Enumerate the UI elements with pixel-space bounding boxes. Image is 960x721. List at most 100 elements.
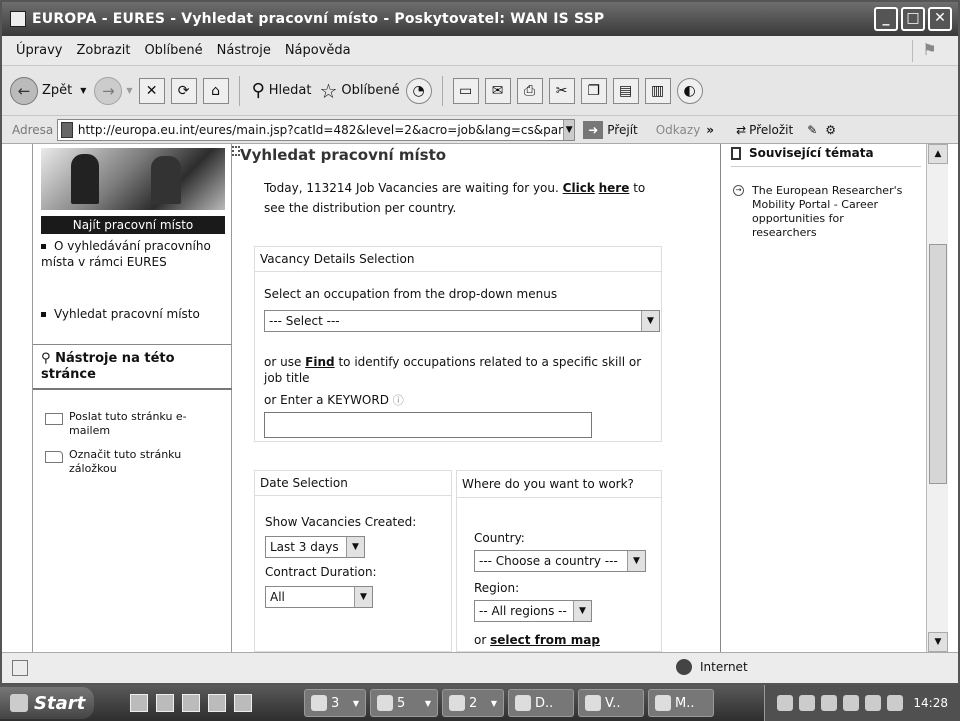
right-column: Související témata → The European Resear… bbox=[720, 144, 926, 652]
search-button[interactable]: ⚲ Hledat bbox=[252, 80, 312, 101]
map-hint: or select from map bbox=[474, 632, 600, 648]
select-map-link[interactable]: select from map bbox=[490, 633, 600, 647]
cut-icon[interactable]: ✂ bbox=[548, 77, 575, 104]
mail-icon[interactable]: ✉ bbox=[484, 77, 511, 104]
translate-button[interactable]: ⇄ Přeložit bbox=[736, 123, 793, 137]
taskbar-group-2[interactable]: 5 ▼ bbox=[370, 689, 438, 717]
vacancy-panel-title: Vacancy Details Selection bbox=[255, 247, 661, 272]
copy-icon[interactable]: ❐ bbox=[580, 77, 607, 104]
print-icon[interactable]: ⎙ bbox=[516, 77, 543, 104]
maximize-button[interactable]: □ bbox=[901, 7, 925, 31]
address-dropdown-icon[interactable]: ▼ bbox=[563, 119, 575, 140]
toolbar-separator bbox=[238, 75, 240, 106]
chevron-down-icon: ▼ bbox=[573, 601, 591, 621]
menu-tools[interactable]: Nástroje bbox=[217, 43, 271, 58]
info-icon[interactable]: ⓘ bbox=[393, 394, 404, 407]
security-zone: Internet bbox=[676, 659, 748, 675]
location-panel-title: Where do you want to work? bbox=[457, 471, 661, 498]
related-topic-link[interactable]: → The European Researcher's Mobility Por… bbox=[733, 184, 903, 240]
click-link[interactable]: Click bbox=[563, 181, 595, 195]
menu-edit[interactable]: Úpravy bbox=[16, 43, 62, 58]
taskbar-m-label: M.. bbox=[675, 695, 695, 711]
find-link[interactable]: Find bbox=[305, 355, 334, 369]
go-button[interactable]: ➜ Přejít bbox=[583, 120, 638, 139]
nav-link-about[interactable]: O vyhledávání pracovního místa v rámci E… bbox=[41, 238, 229, 270]
quicklaunch-desktop-icon[interactable] bbox=[130, 694, 148, 712]
scroll-up-icon[interactable]: ▲ bbox=[928, 144, 948, 164]
paint-icon bbox=[449, 695, 465, 711]
tray-clock-icon[interactable] bbox=[843, 695, 859, 711]
minimize-button[interactable]: _ bbox=[874, 7, 898, 31]
taskbar-group-1[interactable]: 3 ▼ bbox=[304, 689, 366, 717]
nav-link-search-text: Vyhledat pracovní místo bbox=[54, 307, 200, 321]
taskbar-m-button[interactable]: M.. bbox=[648, 689, 714, 717]
media-icon[interactable]: ▭ bbox=[452, 77, 479, 104]
start-button[interactable]: Start bbox=[0, 687, 94, 719]
quicklaunch-media-icon[interactable] bbox=[208, 694, 226, 712]
tray-security-icon[interactable] bbox=[821, 695, 837, 711]
address-field[interactable]: http://europa.eu.int/eures/main.jsp?catI… bbox=[57, 118, 576, 141]
scrollbar-thumb[interactable] bbox=[929, 244, 947, 484]
created-select[interactable]: Last 3 days ▼ bbox=[265, 536, 365, 558]
home-icon[interactable]: ⌂ bbox=[202, 77, 229, 104]
region-select[interactable]: -- All regions -- ▼ bbox=[474, 600, 592, 622]
paste-icon[interactable]: ▤ bbox=[612, 77, 639, 104]
taskbar-group-3[interactable]: 2 ▼ bbox=[442, 689, 504, 717]
history-icon[interactable]: ◔ bbox=[405, 77, 432, 104]
stop-icon[interactable]: ✕ bbox=[138, 77, 165, 104]
occupation-select[interactable]: --- Select --- ▼ bbox=[264, 310, 660, 332]
taskbar-v-button[interactable]: V.. bbox=[578, 689, 644, 717]
refresh-icon[interactable]: ⟳ bbox=[170, 77, 197, 104]
tray-mail-icon[interactable] bbox=[777, 695, 793, 711]
tray-app-icon[interactable] bbox=[865, 695, 881, 711]
globe-icon bbox=[676, 659, 692, 675]
quicklaunch-app-icon[interactable] bbox=[182, 694, 200, 712]
forward-dropdown-icon[interactable]: ▼ bbox=[126, 86, 132, 95]
tray-network-icon[interactable] bbox=[799, 695, 815, 711]
country-select[interactable]: --- Choose a country --- ▼ bbox=[474, 550, 646, 572]
menu-view[interactable]: Zobrazit bbox=[76, 43, 130, 58]
quicklaunch-ie-icon[interactable] bbox=[156, 694, 174, 712]
messenger-icon[interactable]: ◐ bbox=[676, 77, 703, 104]
folder-icon bbox=[45, 451, 63, 463]
zone-label: Internet bbox=[700, 660, 748, 674]
chevron-down-icon: ▼ bbox=[352, 698, 359, 708]
title-marker-icon bbox=[232, 146, 240, 156]
tool-bookmark-link[interactable]: Označit tuto stránku záložkou bbox=[45, 448, 221, 476]
toolbar-extra-icon[interactable]: ✎ bbox=[807, 123, 817, 137]
menu-help[interactable]: Nápověda bbox=[285, 43, 351, 58]
forward-button[interactable]: → ▼ bbox=[94, 76, 133, 105]
favorites-button[interactable]: ☆ Oblíbené bbox=[319, 79, 399, 103]
here-link[interactable]: here bbox=[599, 181, 630, 195]
date-panel-title: Date Selection bbox=[255, 471, 451, 496]
go-label: Přejít bbox=[607, 122, 638, 137]
windows-logo-icon: ⚑ bbox=[912, 40, 946, 62]
region-label: Region: bbox=[474, 581, 520, 595]
search-label: Hledat bbox=[268, 83, 312, 98]
taskbar-word-button[interactable]: D.. bbox=[508, 689, 574, 717]
quicklaunch-clock-icon[interactable] bbox=[234, 694, 252, 712]
chevron-down-icon: ▼ bbox=[424, 698, 431, 708]
toolbar-extra2-icon[interactable]: ⚙ bbox=[825, 123, 836, 137]
links-label[interactable]: Odkazy bbox=[656, 123, 701, 137]
research-icon[interactable]: ▥ bbox=[644, 77, 671, 104]
tool-email-link[interactable]: Poslat tuto stránku e-mailem bbox=[45, 410, 221, 438]
scroll-down-icon[interactable]: ▼ bbox=[928, 632, 948, 652]
tool-email-text: Poslat tuto stránku e-mailem bbox=[69, 410, 187, 437]
favorites-label: Oblíbené bbox=[341, 83, 400, 98]
back-dropdown-icon[interactable]: ▼ bbox=[80, 86, 86, 95]
address-url: http://europa.eu.int/eures/main.jsp?catI… bbox=[77, 122, 564, 137]
back-button[interactable]: ← Zpět ▼ bbox=[10, 76, 86, 105]
links-chevron-icon[interactable]: » bbox=[706, 123, 714, 137]
close-button[interactable]: ✕ bbox=[928, 7, 952, 31]
go-arrow-icon: ➜ bbox=[583, 120, 604, 139]
vertical-scrollbar[interactable]: ▲ ▼ bbox=[926, 144, 948, 652]
duration-select[interactable]: All ▼ bbox=[265, 586, 373, 608]
nav-link-search[interactable]: Vyhledat pracovní místo bbox=[41, 306, 229, 322]
tools-heading: ⚲ Nástroje na této stránce bbox=[33, 344, 232, 390]
tray-messenger-icon[interactable] bbox=[887, 695, 903, 711]
keyword-input[interactable] bbox=[264, 412, 592, 438]
menu-favorites[interactable]: Oblíbené bbox=[144, 43, 202, 58]
intro-text: Today, 113214 Job Vacancies are waiting … bbox=[264, 178, 664, 218]
keyword-label: or Enter a KEYWORD ⓘ bbox=[264, 392, 404, 409]
